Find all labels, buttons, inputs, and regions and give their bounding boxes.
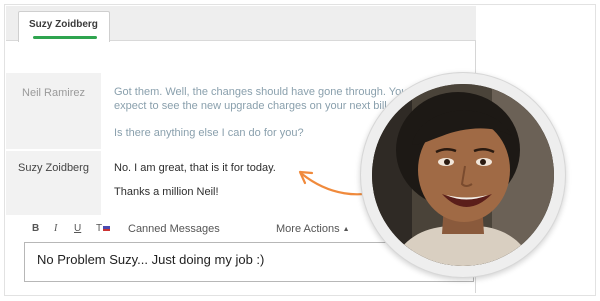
more-actions-label: More Actions	[276, 223, 340, 235]
bold-button[interactable]: B	[32, 223, 39, 234]
portrait-image	[372, 84, 554, 266]
message-line: expect to see the new upgrade charges on…	[114, 100, 390, 112]
message-sender: Neil Ramirez	[6, 73, 101, 149]
italic-button[interactable]: I	[54, 223, 57, 234]
tab-label: Suzy Zoidberg	[29, 19, 98, 30]
canned-messages-button[interactable]: Canned Messages	[128, 223, 220, 235]
tab-strip: Suzy Zoidberg	[6, 6, 476, 42]
message-sender: Suzy Zoidberg	[6, 151, 101, 215]
more-actions-button[interactable]: More Actions ▲	[276, 223, 350, 235]
text-color-button[interactable]: T	[96, 223, 111, 234]
customer-avatar	[360, 72, 566, 278]
avatar-photo	[372, 84, 554, 266]
message-line: Got them. Well, the changes should have …	[114, 86, 408, 98]
active-tab-indicator	[33, 36, 97, 39]
color-swatch-icon	[103, 226, 111, 231]
tab-suzy-zoidberg[interactable]: Suzy Zoidberg	[18, 11, 110, 42]
text-color-label: T	[96, 223, 103, 234]
caret-up-icon: ▲	[342, 226, 350, 233]
underline-button[interactable]: U	[74, 223, 81, 234]
